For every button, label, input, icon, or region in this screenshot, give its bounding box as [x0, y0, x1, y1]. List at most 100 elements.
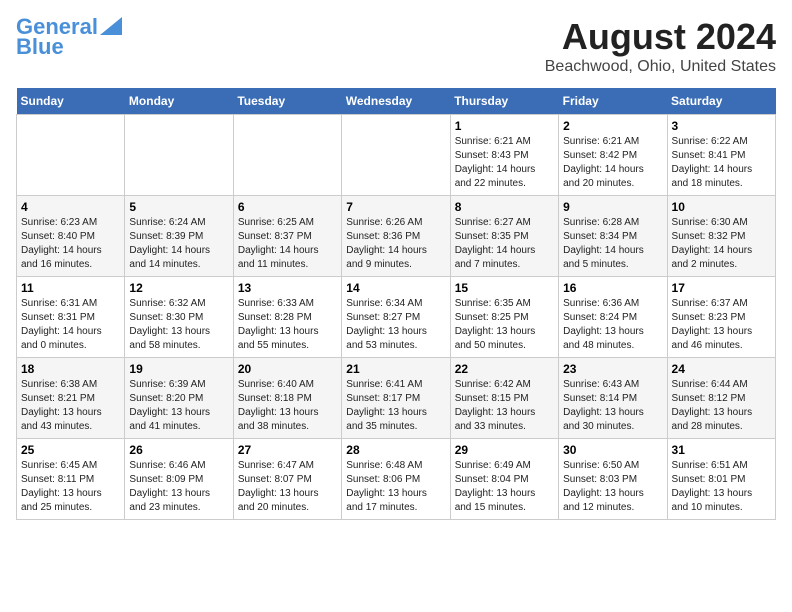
day-detail: Sunrise: 6:34 AM Sunset: 8:27 PM Dayligh… — [346, 297, 445, 353]
day-cell: 21 Sunrise: 6:41 AM Sunset: 8:17 PM Dayli… — [342, 358, 450, 439]
day-number: 19 — [129, 362, 228, 376]
day-detail: Sunrise: 6:26 AM Sunset: 8:36 PM Dayligh… — [346, 216, 445, 272]
day-cell: 22 Sunrise: 6:42 AM Sunset: 8:15 PM Dayli… — [450, 358, 558, 439]
column-header-thursday: Thursday — [450, 88, 558, 115]
calendar-title: August 2024 — [545, 16, 776, 58]
day-cell — [233, 115, 341, 196]
week-row-5: 25 Sunrise: 6:45 AM Sunset: 8:11 PM Dayli… — [17, 439, 776, 520]
day-detail: Sunrise: 6:24 AM Sunset: 8:39 PM Dayligh… — [129, 216, 228, 272]
day-detail: Sunrise: 6:43 AM Sunset: 8:14 PM Dayligh… — [563, 378, 662, 434]
day-cell: 29 Sunrise: 6:49 AM Sunset: 8:04 PM Dayli… — [450, 439, 558, 520]
day-detail: Sunrise: 6:41 AM Sunset: 8:17 PM Dayligh… — [346, 378, 445, 434]
day-number: 3 — [672, 119, 771, 133]
day-number: 5 — [129, 200, 228, 214]
day-cell: 27Sunrise: 6:47 AM Sunset: 8:07 PM Dayli… — [233, 439, 341, 520]
day-cell — [17, 115, 125, 196]
day-cell: 2Sunrise: 6:21 AM Sunset: 8:42 PM Daylig… — [559, 115, 667, 196]
day-cell: 8 Sunrise: 6:27 AM Sunset: 8:35 PM Daylig… — [450, 196, 558, 277]
day-number: 9 — [563, 200, 662, 214]
logo: General Blue — [16, 16, 122, 58]
day-detail: Sunrise: 6:51 AM Sunset: 8:01 PM Dayligh… — [672, 459, 771, 515]
day-detail: Sunrise: 6:33 AM Sunset: 8:28 PM Dayligh… — [238, 297, 337, 353]
day-number: 1 — [455, 119, 554, 133]
day-detail: Sunrise: 6:44 AM Sunset: 8:12 PM Dayligh… — [672, 378, 771, 434]
day-cell: 28 Sunrise: 6:48 AM Sunset: 8:06 PM Dayli… — [342, 439, 450, 520]
column-header-wednesday: Wednesday — [342, 88, 450, 115]
day-detail: Sunrise: 6:38 AM Sunset: 8:21 PM Dayligh… — [21, 378, 120, 434]
day-cell: 4 Sunrise: 6:23 AM Sunset: 8:40 PM Daylig… — [17, 196, 125, 277]
day-detail: Sunrise: 6:35 AM Sunset: 8:25 PM Dayligh… — [455, 297, 554, 353]
calendar-title-area: August 2024 Beachwood, Ohio, United Stat… — [545, 16, 776, 76]
calendar-body: 1 Sunrise: 6:21 AM Sunset: 8:43 PM Daylig… — [17, 115, 776, 520]
day-detail: Sunrise: 6:50 AM Sunset: 8:03 PM Dayligh… — [563, 459, 662, 515]
day-detail: Sunrise: 6:37 AM Sunset: 8:23 PM Dayligh… — [672, 297, 771, 353]
day-number: 15 — [455, 281, 554, 295]
day-cell: 19 Sunrise: 6:39 AM Sunset: 8:20 PM Dayli… — [125, 358, 233, 439]
day-cell: 12Sunrise: 6:32 AM Sunset: 8:30 PM Dayli… — [125, 277, 233, 358]
day-detail: Sunrise: 6:21 AM Sunset: 8:42 PM Dayligh… — [563, 135, 662, 191]
day-number: 6 — [238, 200, 337, 214]
day-number: 24 — [672, 362, 771, 376]
calendar-subtitle: Beachwood, Ohio, United States — [545, 58, 776, 76]
day-detail: Sunrise: 6:39 AM Sunset: 8:20 PM Dayligh… — [129, 378, 228, 434]
day-cell: 1 Sunrise: 6:21 AM Sunset: 8:43 PM Daylig… — [450, 115, 558, 196]
day-cell — [125, 115, 233, 196]
day-number: 26 — [129, 443, 228, 457]
day-detail: Sunrise: 6:36 AM Sunset: 8:24 PM Dayligh… — [563, 297, 662, 353]
day-cell: 7Sunrise: 6:26 AM Sunset: 8:36 PM Daylig… — [342, 196, 450, 277]
day-cell: 31 Sunrise: 6:51 AM Sunset: 8:01 PM Dayli… — [667, 439, 775, 520]
day-detail: Sunrise: 6:42 AM Sunset: 8:15 PM Dayligh… — [455, 378, 554, 434]
day-detail: Sunrise: 6:31 AM Sunset: 8:31 PM Dayligh… — [21, 297, 120, 353]
day-detail: Sunrise: 6:30 AM Sunset: 8:32 PM Dayligh… — [672, 216, 771, 272]
day-cell: 14 Sunrise: 6:34 AM Sunset: 8:27 PM Dayli… — [342, 277, 450, 358]
day-cell: 11 Sunrise: 6:31 AM Sunset: 8:31 PM Dayli… — [17, 277, 125, 358]
day-detail: Sunrise: 6:22 AM Sunset: 8:41 PM Dayligh… — [672, 135, 771, 191]
day-cell: 6 Sunrise: 6:25 AM Sunset: 8:37 PM Daylig… — [233, 196, 341, 277]
day-number: 20 — [238, 362, 337, 376]
day-cell: 15 Sunrise: 6:35 AM Sunset: 8:25 PM Dayli… — [450, 277, 558, 358]
day-cell — [342, 115, 450, 196]
day-cell: 17 Sunrise: 6:37 AM Sunset: 8:23 PM Dayli… — [667, 277, 775, 358]
day-detail: Sunrise: 6:46 AM Sunset: 8:09 PM Dayligh… — [129, 459, 228, 515]
day-number: 25 — [21, 443, 120, 457]
calendar-table: SundayMondayTuesdayWednesdayThursdayFrid… — [16, 88, 776, 520]
day-number: 11 — [21, 281, 120, 295]
day-detail: Sunrise: 6:27 AM Sunset: 8:35 PM Dayligh… — [455, 216, 554, 272]
logo-icon — [100, 17, 122, 35]
day-detail: Sunrise: 6:28 AM Sunset: 8:34 PM Dayligh… — [563, 216, 662, 272]
day-number: 13 — [238, 281, 337, 295]
day-number: 8 — [455, 200, 554, 214]
column-header-friday: Friday — [559, 88, 667, 115]
day-cell: 10 Sunrise: 6:30 AM Sunset: 8:32 PM Dayli… — [667, 196, 775, 277]
day-number: 4 — [21, 200, 120, 214]
day-number: 10 — [672, 200, 771, 214]
column-header-tuesday: Tuesday — [233, 88, 341, 115]
day-detail: Sunrise: 6:32 AM Sunset: 8:30 PM Dayligh… — [129, 297, 228, 353]
day-cell: 23 Sunrise: 6:43 AM Sunset: 8:14 PM Dayli… — [559, 358, 667, 439]
day-detail: Sunrise: 6:47 AM Sunset: 8:07 PM Dayligh… — [238, 459, 337, 515]
day-number: 29 — [455, 443, 554, 457]
day-number: 28 — [346, 443, 445, 457]
day-cell: 9 Sunrise: 6:28 AM Sunset: 8:34 PM Daylig… — [559, 196, 667, 277]
day-detail: Sunrise: 6:21 AM Sunset: 8:43 PM Dayligh… — [455, 135, 554, 191]
day-number: 16 — [563, 281, 662, 295]
day-cell: 30 Sunrise: 6:50 AM Sunset: 8:03 PM Dayli… — [559, 439, 667, 520]
day-detail: Sunrise: 6:48 AM Sunset: 8:06 PM Dayligh… — [346, 459, 445, 515]
day-detail: Sunrise: 6:23 AM Sunset: 8:40 PM Dayligh… — [21, 216, 120, 272]
day-number: 21 — [346, 362, 445, 376]
day-cell: 5 Sunrise: 6:24 AM Sunset: 8:39 PM Daylig… — [125, 196, 233, 277]
day-detail: Sunrise: 6:40 AM Sunset: 8:18 PM Dayligh… — [238, 378, 337, 434]
day-detail: Sunrise: 6:45 AM Sunset: 8:11 PM Dayligh… — [21, 459, 120, 515]
day-detail: Sunrise: 6:49 AM Sunset: 8:04 PM Dayligh… — [455, 459, 554, 515]
day-number: 14 — [346, 281, 445, 295]
day-number: 22 — [455, 362, 554, 376]
day-number: 30 — [563, 443, 662, 457]
day-number: 17 — [672, 281, 771, 295]
day-number: 23 — [563, 362, 662, 376]
column-header-sunday: Sunday — [17, 88, 125, 115]
day-cell: 20 Sunrise: 6:40 AM Sunset: 8:18 PM Dayli… — [233, 358, 341, 439]
day-detail: Sunrise: 6:25 AM Sunset: 8:37 PM Dayligh… — [238, 216, 337, 272]
week-row-3: 11 Sunrise: 6:31 AM Sunset: 8:31 PM Dayli… — [17, 277, 776, 358]
week-row-1: 1 Sunrise: 6:21 AM Sunset: 8:43 PM Daylig… — [17, 115, 776, 196]
day-number: 31 — [672, 443, 771, 457]
